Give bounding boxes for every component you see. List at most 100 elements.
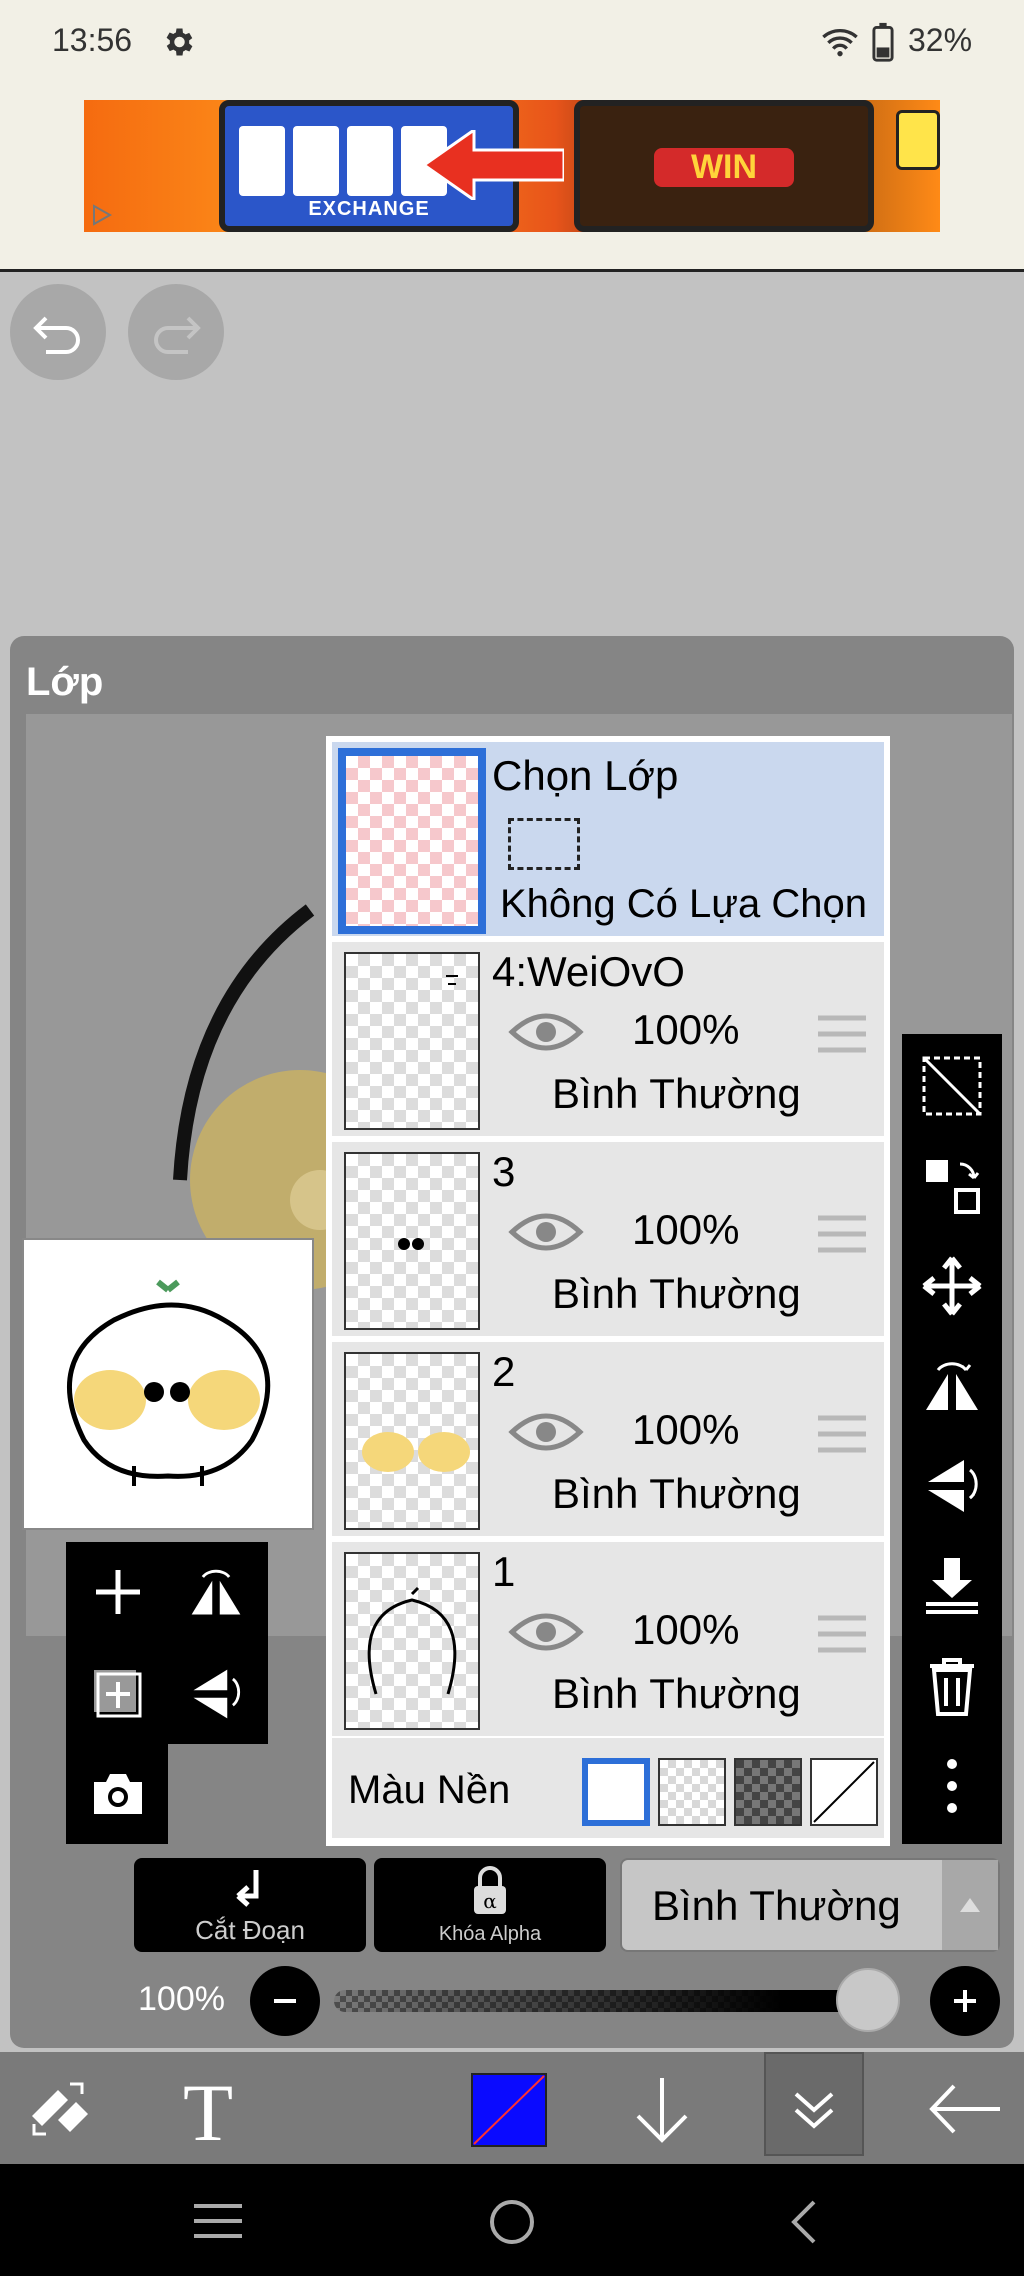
selection-status: Không Có Lựa Chọn: [500, 882, 868, 926]
clipping-arrow-icon: [236, 1870, 259, 1907]
background-white-swatch[interactable]: [582, 1758, 650, 1826]
layer-row[interactable]: 2 100% Bình Thường: [332, 1342, 884, 1536]
ad-card: [293, 126, 339, 196]
ad-banner[interactable]: EXCHANGE WIN: [84, 100, 940, 232]
layer-blend-mode: Bình Thường: [552, 1270, 801, 1317]
background-color-row: Màu Nền: [332, 1738, 884, 1838]
layers-panel-toggle-button[interactable]: [764, 2052, 864, 2156]
pen-eraser-swap-icon[interactable]: [18, 2076, 98, 2142]
camera-import-panel: [66, 1744, 168, 1844]
camera-icon[interactable]: [88, 1764, 148, 1824]
redo-button[interactable]: [128, 284, 224, 380]
alpha-lock-label: Khóa Alpha: [438, 1923, 542, 1945]
background-none-swatch[interactable]: [810, 1758, 878, 1826]
ad-win-label: WIN: [654, 148, 794, 187]
layer-select-row[interactable]: Chọn Lớp Không Có Lựa Chọn: [332, 742, 884, 936]
more-options-icon[interactable]: [920, 1754, 984, 1818]
triangle-up-icon: [960, 1898, 980, 1912]
layer-panel-title: Lớp: [26, 660, 104, 704]
opacity-slider-thumb[interactable]: [836, 1968, 900, 2032]
drag-handle-icon[interactable]: [816, 1414, 868, 1454]
svg-text:α: α: [483, 1889, 497, 1913]
color-swatch-icon[interactable]: [470, 2072, 548, 2148]
back-arrow-icon[interactable]: [924, 2076, 1004, 2142]
merge-down-icon[interactable]: [920, 1554, 984, 1618]
visibility-eye-icon[interactable]: [508, 1606, 584, 1658]
wifi-icon: [822, 29, 858, 57]
arrow-down-icon[interactable]: [628, 2072, 696, 2148]
opacity-increase-button[interactable]: [930, 1966, 1000, 2036]
layer-thumbnail: [344, 1152, 480, 1330]
ad-card: [347, 126, 393, 196]
lock-icon: α: [474, 1866, 506, 1914]
layer-row[interactable]: 3 100% Bình Thường: [332, 1142, 884, 1336]
layer-name: 3: [492, 1148, 516, 1195]
layer-row[interactable]: 4:WeiOvO 100% Bình Thường: [332, 942, 884, 1136]
layer-name: 1: [492, 1548, 516, 1595]
clear-selection-icon[interactable]: [920, 1054, 984, 1118]
visibility-eye-icon[interactable]: [508, 1006, 584, 1058]
drag-handle-icon[interactable]: [816, 1614, 868, 1654]
back-nav-icon[interactable]: [780, 2194, 830, 2250]
move-icon[interactable]: [920, 1254, 984, 1318]
layer-row[interactable]: 1 100% Bình Thường: [332, 1542, 884, 1736]
battery-percentage: 32%: [908, 22, 973, 58]
drag-handle-icon[interactable]: [816, 1214, 868, 1254]
system-navigation-bar: [0, 2164, 1024, 2276]
transfer-layer-icon[interactable]: [920, 1154, 984, 1218]
flip-vertical-layer-icon[interactable]: [186, 1664, 246, 1724]
settings-gear-icon: [166, 28, 193, 56]
drag-handle-icon[interactable]: [816, 1014, 868, 1054]
flip-layer-icon[interactable]: [186, 1562, 246, 1622]
layer-blend-mode: Bình Thường: [552, 1670, 801, 1717]
clipping-button[interactable]: Cắt Đoạn: [134, 1858, 366, 1952]
minus-icon: [274, 1999, 296, 2003]
text-tool-icon[interactable]: T: [170, 2072, 246, 2148]
canvas-preview: [22, 1238, 314, 1530]
clipping-label: Cắt Đoạn: [195, 1915, 305, 1945]
flip-vertical-icon[interactable]: [920, 1454, 984, 1518]
plus-icon: [954, 1990, 976, 2012]
bottom-toolbar: T: [0, 2052, 1024, 2164]
layer-actions-panel: [66, 1542, 268, 1744]
add-layer-icon[interactable]: [88, 1562, 148, 1622]
layer-opacity: 100%: [632, 1006, 740, 1053]
opacity-value: 100%: [138, 1980, 225, 2018]
layer-opacity: 100%: [632, 1406, 740, 1453]
selection-marquee-icon: [508, 818, 580, 870]
visibility-eye-icon[interactable]: [508, 1406, 584, 1458]
opacity-decrease-button[interactable]: [250, 1966, 320, 2036]
add-layer-copy-icon[interactable]: [88, 1664, 148, 1724]
ad-exchange-label: EXCHANGE: [308, 198, 430, 220]
selection-thumbnail: [338, 748, 486, 934]
layer-opacity: 100%: [632, 1206, 740, 1253]
ad-badge: [896, 110, 940, 170]
background-transparent-swatch[interactable]: [658, 1758, 726, 1826]
double-chevron-down-icon: [794, 2092, 834, 2129]
visibility-eye-icon[interactable]: [508, 1206, 584, 1258]
svg-text:T: T: [183, 2072, 233, 2148]
opacity-slider-fill: [334, 1990, 894, 2012]
layer-blend-mode: Bình Thường: [552, 1470, 801, 1517]
status-bar: [0, 0, 1024, 96]
alpha-lock-button[interactable]: α Khóa Alpha: [374, 1858, 606, 1952]
undo-icon: [33, 316, 80, 354]
blend-mode-select[interactable]: Bình Thường: [620, 1858, 1000, 1952]
layer-thumbnail: [344, 1552, 480, 1730]
undo-button[interactable]: [10, 284, 106, 380]
delete-layer-icon[interactable]: [920, 1654, 984, 1718]
preview-artwork: [67, 1279, 271, 1486]
select-layer-title: Chọn Lớp: [492, 752, 679, 799]
flip-horizontal-icon[interactable]: [920, 1354, 984, 1418]
blend-mode-dropdown[interactable]: [942, 1860, 998, 1950]
background-dark-checker-swatch[interactable]: [734, 1758, 802, 1826]
ad-choices-icon[interactable]: [86, 200, 116, 230]
battery-icon: [872, 22, 894, 62]
recent-apps-icon[interactable]: [190, 2196, 246, 2246]
home-icon[interactable]: [482, 2192, 542, 2252]
layer-list: Chọn Lớp Không Có Lựa Chọn 4:WeiOvO 100%…: [326, 736, 890, 1846]
layer-tools-toolbar: [902, 1034, 1002, 1844]
layer-opacity: 100%: [632, 1606, 740, 1653]
background-color-label: Màu Nền: [348, 1768, 511, 1812]
ad-card: [239, 126, 285, 196]
